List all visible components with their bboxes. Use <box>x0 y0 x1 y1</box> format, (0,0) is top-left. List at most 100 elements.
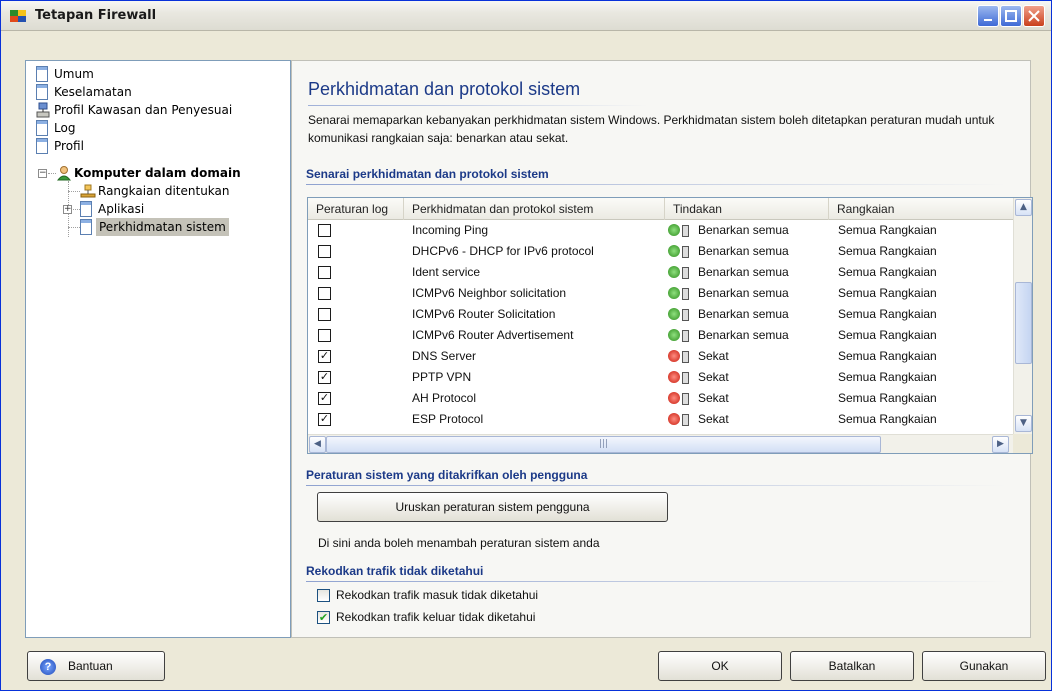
block-icon <box>668 392 689 405</box>
tree-item-label: Aplikasi <box>98 202 145 216</box>
service-name: ICMPv6 Router Solicitation <box>412 307 556 321</box>
action-cell[interactable]: Benarkan semua <box>668 241 828 262</box>
tree-item-label: Keselamatan <box>54 85 132 99</box>
log-rule-checkbox[interactable] <box>318 224 331 237</box>
column-header-network[interactable]: Rangkaian <box>829 198 1013 220</box>
log-rule-checkbox[interactable] <box>318 245 331 258</box>
firewall-settings-window: Tetapan Firewall Umum Keselamatan Profil… <box>0 0 1052 691</box>
allow-icon <box>668 245 689 258</box>
log-incoming-label: Rekodkan trafik masuk tidak diketahui <box>336 588 539 602</box>
minimize-button[interactable] <box>977 5 999 27</box>
log-incoming-checkbox[interactable] <box>317 589 330 602</box>
table-header: Peraturan log Perkhidmatan dan protokol … <box>308 198 1013 220</box>
service-name: ICMPv6 Neighbor solicitation <box>412 286 567 300</box>
horizontal-scroll-thumb[interactable]: ||| <box>326 436 881 453</box>
network-cell[interactable]: Semua Rangkaian <box>838 262 1008 283</box>
table-row[interactable]: ✓ PPTP VPN Sekat Semua Rangkaian <box>308 367 1013 388</box>
ok-button[interactable]: OK <box>658 651 782 681</box>
network-cell[interactable]: Semua Rangkaian <box>838 409 1008 430</box>
log-rule-checkbox[interactable] <box>318 308 331 321</box>
block-icon <box>668 371 689 384</box>
service-name: ESP Protocol <box>412 412 484 426</box>
table-row[interactable]: DHCPv6 - DHCP for IPv6 protocol Benarkan … <box>308 241 1013 262</box>
vertical-scrollbar[interactable]: ▲ ▼ <box>1013 198 1032 434</box>
log-cell: ✓ <box>308 367 404 388</box>
action-label: Benarkan semua <box>698 307 789 321</box>
table-row[interactable]: Ident service Benarkan semua Semua Rangkai… <box>308 262 1013 283</box>
section-divider <box>306 184 1006 185</box>
document-icon <box>80 201 92 217</box>
horizontal-scrollbar[interactable]: ◀ ||| ▶ <box>308 434 1013 453</box>
service-name: DHCPv6 - DHCP for IPv6 protocol <box>412 244 594 258</box>
maximize-button[interactable] <box>1000 5 1022 27</box>
log-rule-checkbox[interactable] <box>318 287 331 300</box>
table-row[interactable]: ✓ ESP Protocol Sekat Semua Rangkaian <box>308 409 1013 430</box>
log-rule-checkbox[interactable]: ✓ <box>318 350 331 363</box>
action-cell[interactable]: Benarkan semua <box>668 220 828 241</box>
title-bar[interactable]: Tetapan Firewall <box>1 1 1051 31</box>
user-rules-heading: Peraturan sistem yang ditakrifkan oleh p… <box>306 468 588 482</box>
allow-icon <box>668 224 689 237</box>
log-cell <box>308 325 404 346</box>
tree-item-label: Rangkaian ditentukan <box>98 184 230 198</box>
action-cell[interactable]: Sekat <box>668 367 828 388</box>
network-cell[interactable]: Semua Rangkaian <box>838 367 1008 388</box>
table-row[interactable]: ICMPv6 Router Solicitation Benarkan semua… <box>308 304 1013 325</box>
column-header-service[interactable]: Perkhidmatan dan protokol sistem <box>404 198 665 220</box>
network-cell[interactable]: Semua Rangkaian <box>838 304 1008 325</box>
unknown-traffic-heading: Rekodkan trafik tidak diketahui <box>306 564 484 578</box>
tree-item-label: Komputer dalam domain <box>74 166 241 180</box>
table-row[interactable]: ICMPv6 Neighbor solicitation Benarkan sem… <box>308 283 1013 304</box>
column-header-action[interactable]: Tindakan <box>665 198 829 220</box>
collapse-toggle[interactable]: − <box>38 169 47 178</box>
table-row[interactable]: Incoming Ping Benarkan semua Semua Rangkai… <box>308 220 1013 241</box>
scroll-left-button[interactable]: ◀ <box>309 436 326 453</box>
action-cell[interactable]: Sekat <box>668 346 828 367</box>
document-icon <box>36 66 48 82</box>
apply-button[interactable]: Gunakan <box>922 651 1046 681</box>
scroll-right-button[interactable]: ▶ <box>992 436 1009 453</box>
action-cell[interactable]: Benarkan semua <box>668 283 828 304</box>
action-cell[interactable]: Benarkan semua <box>668 304 828 325</box>
services-table: Peraturan log Perkhidmatan dan protokol … <box>307 197 1033 454</box>
log-rule-checkbox[interactable] <box>318 329 331 342</box>
network-adapter-icon <box>36 102 50 118</box>
tree-connector <box>48 173 56 174</box>
tree-item-label: Profil <box>54 139 84 153</box>
network-cell[interactable]: Semua Rangkaian <box>838 388 1008 409</box>
action-cell[interactable]: Benarkan semua <box>668 325 828 346</box>
log-rule-checkbox[interactable]: ✓ <box>318 392 331 405</box>
table-row[interactable]: ✓ AH Protocol Sekat Semua Rangkaian <box>308 388 1013 409</box>
manage-user-rules-button[interactable]: Uruskan peraturan sistem pengguna <box>317 492 668 522</box>
log-rule-checkbox[interactable] <box>318 266 331 279</box>
log-cell: ✓ <box>308 346 404 367</box>
network-cell[interactable]: Semua Rangkaian <box>838 346 1008 367</box>
expand-toggle[interactable]: + <box>63 205 72 214</box>
cancel-button[interactable]: Batalkan <box>790 651 914 681</box>
log-outgoing-checkbox[interactable]: ✔ <box>317 611 330 624</box>
log-rule-checkbox[interactable]: ✓ <box>318 413 331 426</box>
log-cell <box>308 262 404 283</box>
network-cell[interactable]: Semua Rangkaian <box>838 283 1008 304</box>
help-button[interactable]: ? Bantuan <box>27 651 165 681</box>
document-icon <box>36 84 48 100</box>
scroll-up-button[interactable]: ▲ <box>1015 199 1032 216</box>
block-icon <box>668 413 689 426</box>
action-label: Sekat <box>698 349 729 363</box>
close-button[interactable] <box>1023 5 1045 27</box>
action-cell[interactable]: Sekat <box>668 388 828 409</box>
action-cell[interactable]: Sekat <box>668 409 828 430</box>
log-rule-checkbox[interactable]: ✓ <box>318 371 331 384</box>
action-cell[interactable]: Benarkan semua <box>668 262 828 283</box>
network-cell[interactable]: Semua Rangkaian <box>838 241 1008 262</box>
document-icon <box>36 138 48 154</box>
column-header-log[interactable]: Peraturan log <box>308 198 404 220</box>
network-cell[interactable]: Semua Rangkaian <box>838 325 1008 346</box>
scroll-down-button[interactable]: ▼ <box>1015 415 1032 432</box>
table-row[interactable]: ICMPv6 Router Advertisement Benarkan semu… <box>308 325 1013 346</box>
network-cell[interactable]: Semua Rangkaian <box>838 220 1008 241</box>
table-row[interactable]: ✓ DNS Server Sekat Semua Rangkaian <box>308 346 1013 367</box>
log-outgoing-label: Rekodkan trafik keluar tidak diketahui <box>336 610 536 624</box>
vertical-scroll-thumb[interactable] <box>1015 282 1032 364</box>
tree-connector <box>68 191 80 192</box>
